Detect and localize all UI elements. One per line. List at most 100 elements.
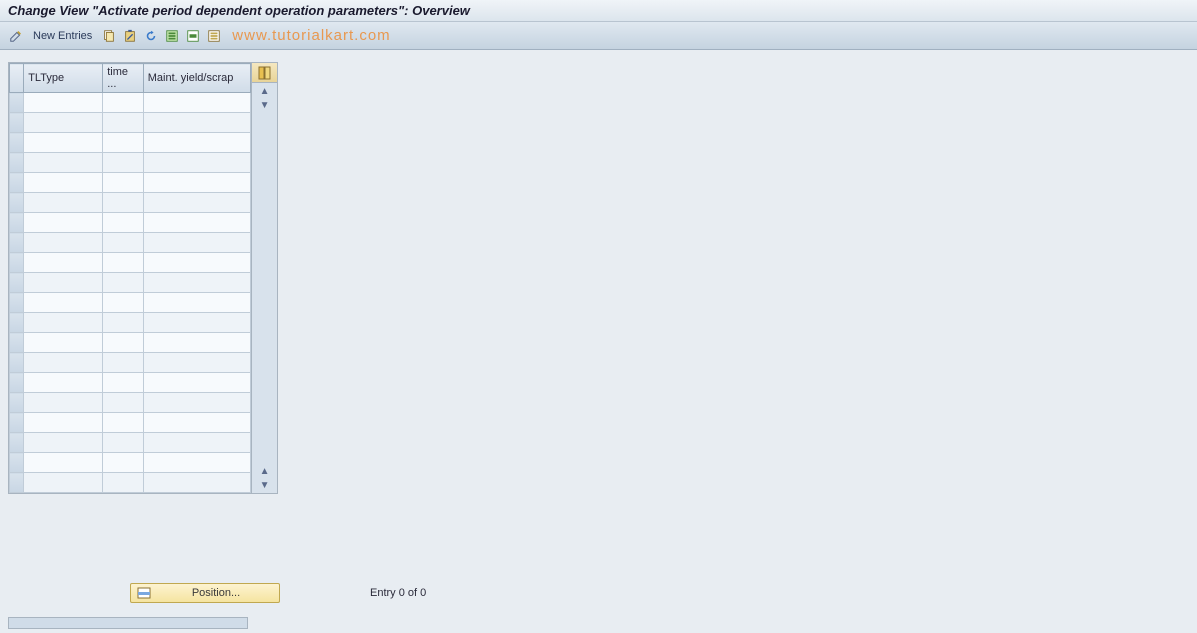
- cell-tltype[interactable]: [24, 233, 103, 253]
- table-header-tltype[interactable]: TLType: [24, 64, 103, 93]
- table-row[interactable]: [10, 93, 251, 113]
- table-row[interactable]: [10, 213, 251, 233]
- cell-time[interactable]: [103, 333, 144, 353]
- row-selector[interactable]: [10, 213, 24, 233]
- undo-icon[interactable]: [143, 28, 159, 44]
- table-row[interactable]: [10, 373, 251, 393]
- row-selector[interactable]: [10, 153, 24, 173]
- cell-maint[interactable]: [143, 273, 250, 293]
- table-row[interactable]: [10, 153, 251, 173]
- cell-maint[interactable]: [143, 153, 250, 173]
- cell-tltype[interactable]: [24, 213, 103, 233]
- cell-time[interactable]: [103, 173, 144, 193]
- row-selector[interactable]: [10, 113, 24, 133]
- cell-time[interactable]: [103, 273, 144, 293]
- cell-tltype[interactable]: [24, 173, 103, 193]
- cell-maint[interactable]: [143, 173, 250, 193]
- cell-time[interactable]: [103, 413, 144, 433]
- table-row[interactable]: [10, 333, 251, 353]
- cell-tltype[interactable]: [24, 93, 103, 113]
- row-selector[interactable]: [10, 253, 24, 273]
- cell-tltype[interactable]: [24, 313, 103, 333]
- row-selector[interactable]: [10, 353, 24, 373]
- cell-time[interactable]: [103, 393, 144, 413]
- row-selector[interactable]: [10, 273, 24, 293]
- new-entries-button[interactable]: New Entries: [29, 30, 96, 42]
- table-header-maint[interactable]: Maint. yield/scrap: [143, 64, 250, 93]
- cell-time[interactable]: [103, 153, 144, 173]
- row-selector[interactable]: [10, 333, 24, 353]
- row-selector[interactable]: [10, 193, 24, 213]
- table-row[interactable]: [10, 353, 251, 373]
- row-selector[interactable]: [10, 413, 24, 433]
- table-row[interactable]: [10, 313, 251, 333]
- table-row[interactable]: [10, 253, 251, 273]
- row-selector[interactable]: [10, 393, 24, 413]
- scroll-step-down-icon[interactable]: ▼: [252, 97, 277, 113]
- table-row[interactable]: [10, 173, 251, 193]
- cell-maint[interactable]: [143, 373, 250, 393]
- row-selector[interactable]: [10, 453, 24, 473]
- cell-tltype[interactable]: [24, 113, 103, 133]
- cell-maint[interactable]: [143, 113, 250, 133]
- cell-maint[interactable]: [143, 293, 250, 313]
- cell-time[interactable]: [103, 233, 144, 253]
- row-selector[interactable]: [10, 373, 24, 393]
- cell-tltype[interactable]: [24, 193, 103, 213]
- cell-maint[interactable]: [143, 393, 250, 413]
- row-selector[interactable]: [10, 233, 24, 253]
- cell-tltype[interactable]: [24, 253, 103, 273]
- cell-time[interactable]: [103, 293, 144, 313]
- row-selector[interactable]: [10, 93, 24, 113]
- cell-maint[interactable]: [143, 233, 250, 253]
- cell-tltype[interactable]: [24, 273, 103, 293]
- table-row[interactable]: [10, 413, 251, 433]
- cell-tltype[interactable]: [24, 433, 103, 453]
- cell-maint[interactable]: [143, 253, 250, 273]
- cell-time[interactable]: [103, 253, 144, 273]
- cell-tltype[interactable]: [24, 453, 103, 473]
- table-row[interactable]: [10, 113, 251, 133]
- select-block-icon[interactable]: [185, 28, 201, 44]
- cell-tltype[interactable]: [24, 333, 103, 353]
- table-row[interactable]: [10, 473, 251, 493]
- table-config-icon[interactable]: [252, 63, 277, 83]
- cell-maint[interactable]: [143, 333, 250, 353]
- cell-time[interactable]: [103, 433, 144, 453]
- cell-tltype[interactable]: [24, 393, 103, 413]
- copy-icon[interactable]: [101, 28, 117, 44]
- cell-maint[interactable]: [143, 353, 250, 373]
- vertical-scrollbar[interactable]: ▲ ▼ ▲ ▼: [252, 83, 277, 493]
- deselect-all-icon[interactable]: [206, 28, 222, 44]
- cell-maint[interactable]: [143, 433, 250, 453]
- cell-time[interactable]: [103, 353, 144, 373]
- table-row[interactable]: [10, 273, 251, 293]
- cell-tltype[interactable]: [24, 413, 103, 433]
- cell-maint[interactable]: [143, 93, 250, 113]
- table-row[interactable]: [10, 393, 251, 413]
- cell-maint[interactable]: [143, 213, 250, 233]
- cell-time[interactable]: [103, 213, 144, 233]
- table-row[interactable]: [10, 293, 251, 313]
- cell-tltype[interactable]: [24, 353, 103, 373]
- row-selector[interactable]: [10, 313, 24, 333]
- cell-maint[interactable]: [143, 313, 250, 333]
- row-selector[interactable]: [10, 433, 24, 453]
- cell-tltype[interactable]: [24, 473, 103, 493]
- table-header-selector[interactable]: [10, 64, 24, 93]
- table-row[interactable]: [10, 453, 251, 473]
- cell-tltype[interactable]: [24, 373, 103, 393]
- cell-tltype[interactable]: [24, 293, 103, 313]
- delete-icon[interactable]: [122, 28, 138, 44]
- table-row[interactable]: [10, 233, 251, 253]
- cell-time[interactable]: [103, 453, 144, 473]
- table-row[interactable]: [10, 433, 251, 453]
- cell-time[interactable]: [103, 93, 144, 113]
- cell-tltype[interactable]: [24, 153, 103, 173]
- row-selector[interactable]: [10, 293, 24, 313]
- cell-maint[interactable]: [143, 133, 250, 153]
- cell-time[interactable]: [103, 113, 144, 133]
- position-button[interactable]: Position...: [130, 583, 280, 603]
- select-all-icon[interactable]: [164, 28, 180, 44]
- row-selector[interactable]: [10, 473, 24, 493]
